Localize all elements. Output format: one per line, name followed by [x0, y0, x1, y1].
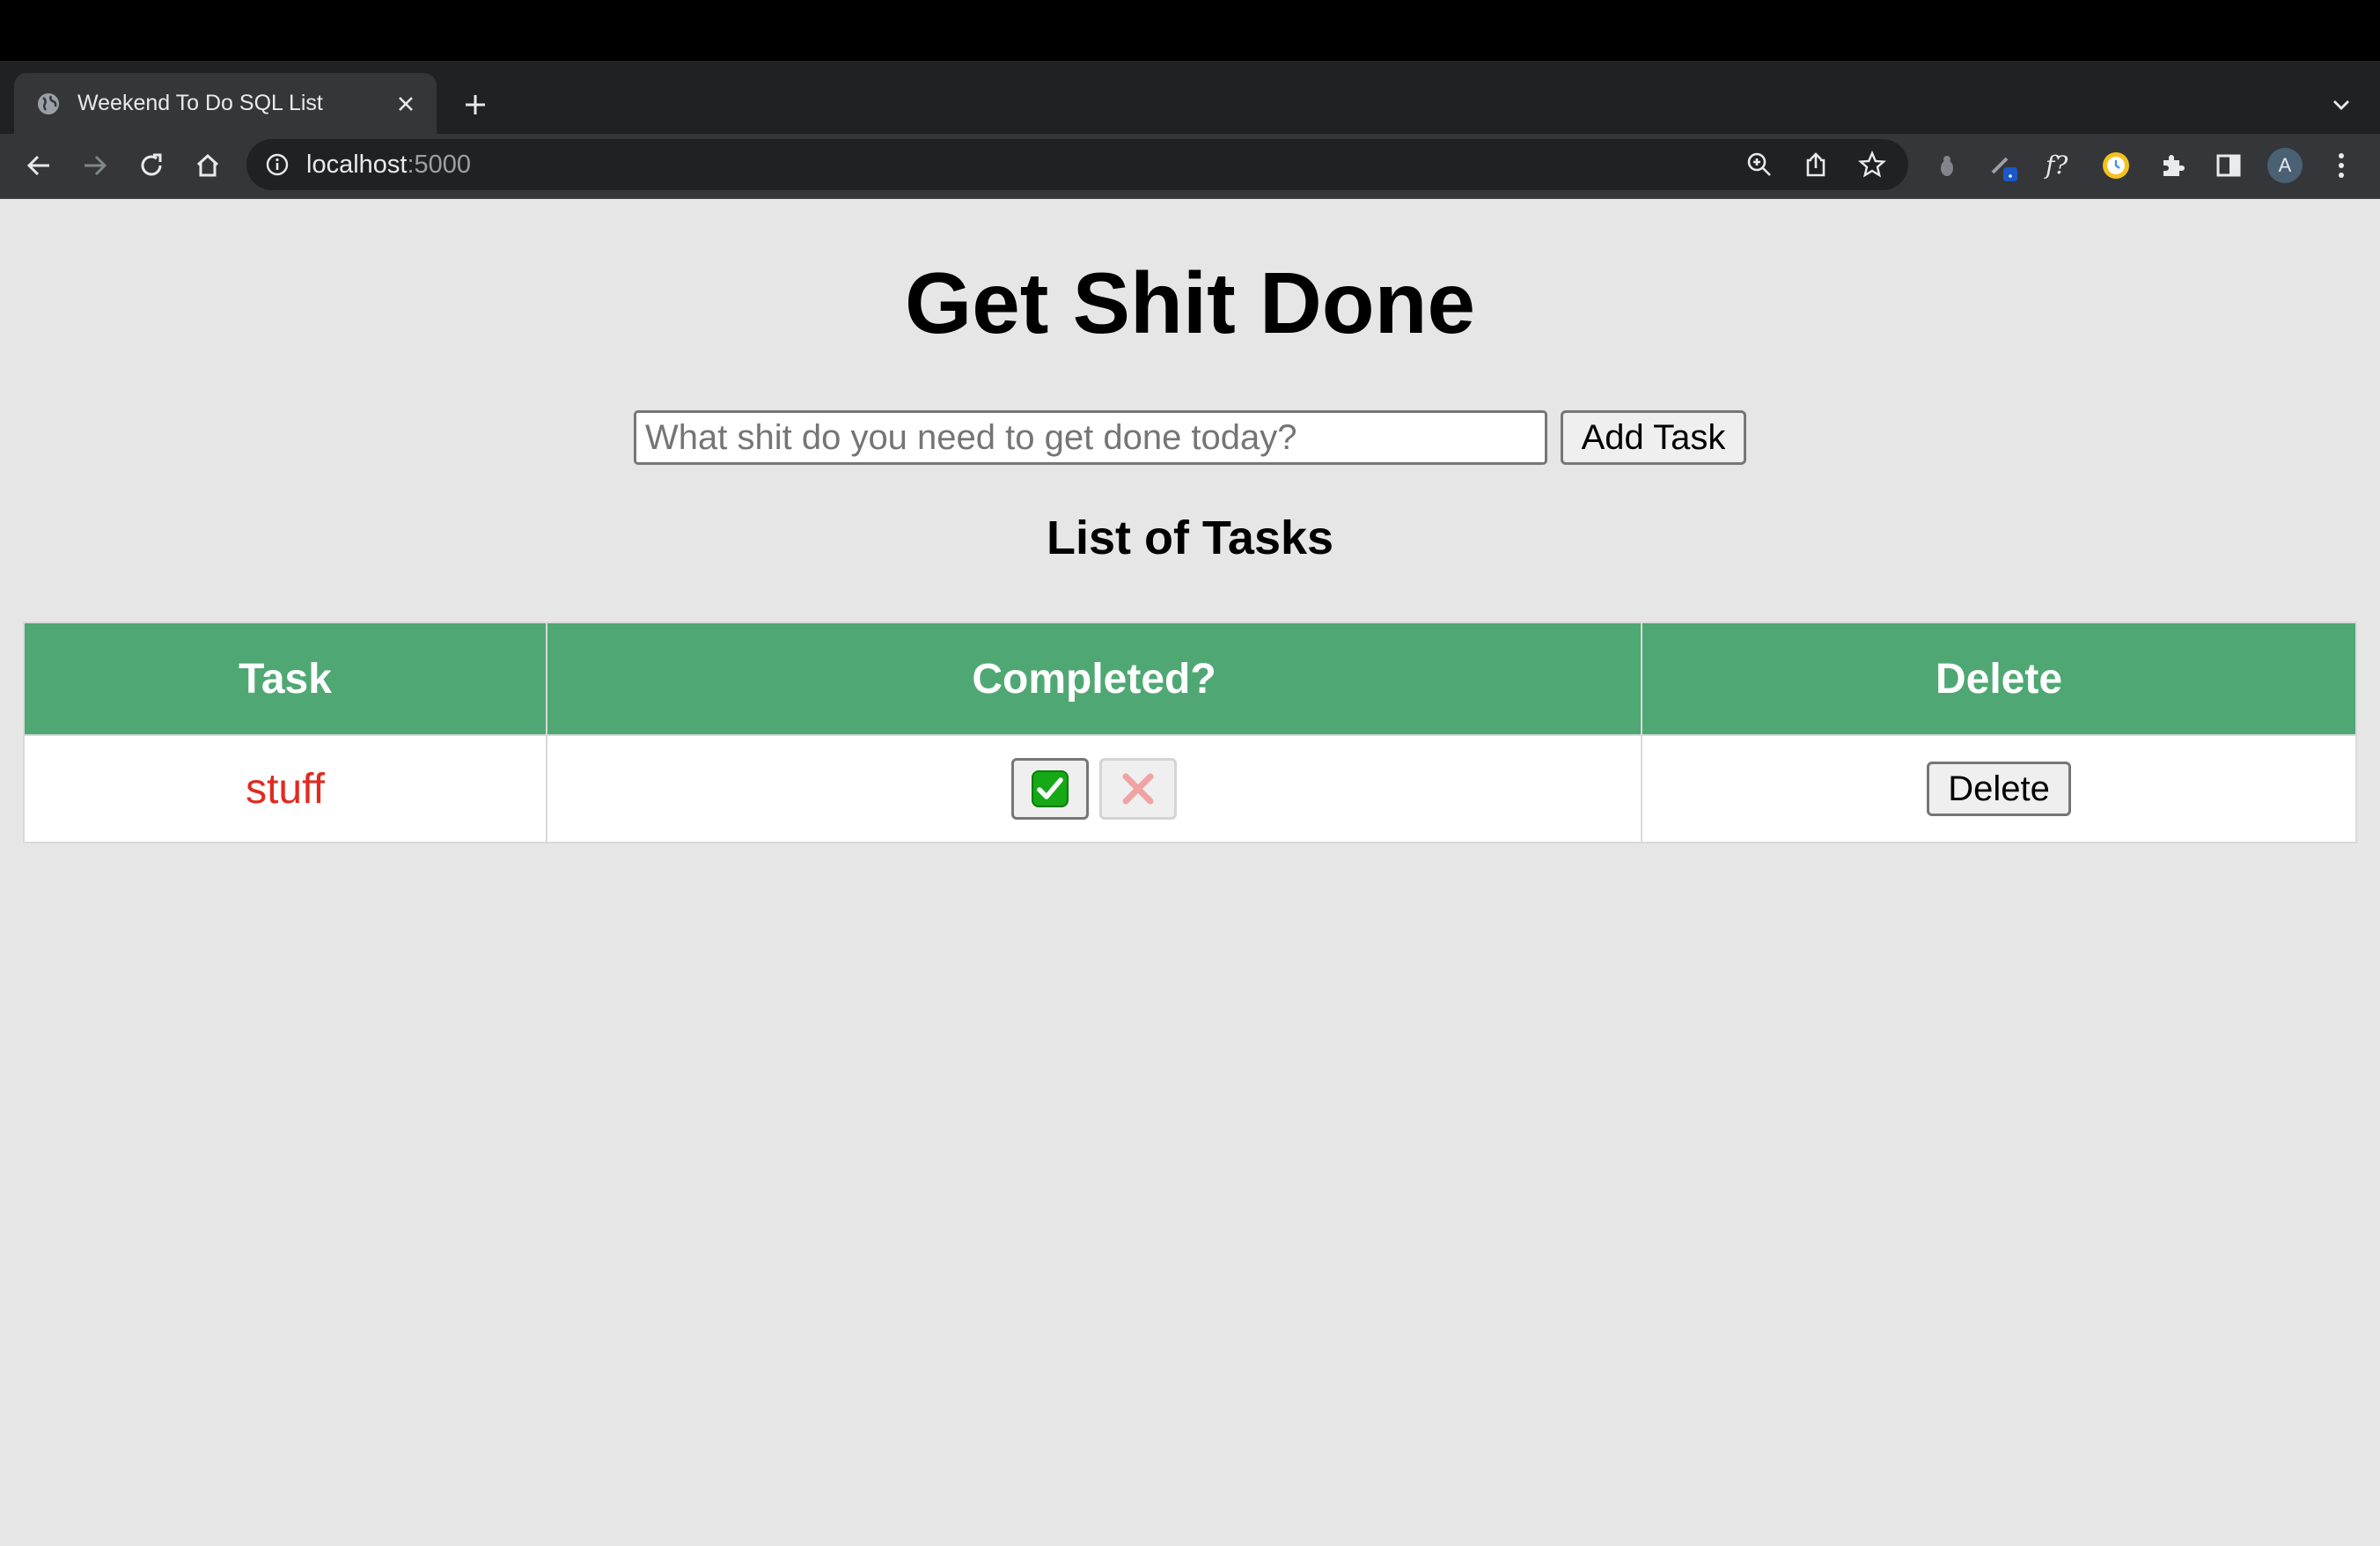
extension-grey-icon[interactable] — [1928, 146, 1966, 185]
url-port: :5000 — [407, 151, 472, 179]
header-task: Task — [23, 622, 547, 736]
page-content: Get Shit Done Add Task List of Tasks Tas… — [0, 199, 2380, 1546]
table-header-row: Task Completed? Delete — [23, 622, 2357, 736]
mark-complete-button[interactable] — [1010, 758, 1089, 820]
menu-icon[interactable] — [2322, 146, 2361, 185]
delete-button[interactable]: Delete — [1927, 762, 2071, 816]
forward-icon[interactable] — [76, 146, 114, 185]
list-heading: List of Tasks — [1046, 512, 1334, 564]
profile-avatar[interactable]: A — [2266, 146, 2304, 185]
delete-cell: Delete — [1641, 734, 2357, 843]
task-cell: stuff — [23, 734, 547, 843]
browser-tab[interactable]: Weekend To Do SQL List — [14, 73, 437, 134]
svg-text:f?: f? — [2044, 151, 2068, 180]
add-task-button[interactable]: Add Task — [1561, 410, 1746, 465]
home-icon[interactable] — [188, 146, 227, 185]
new-tab-plus-icon[interactable] — [458, 87, 493, 122]
pen-extension-icon[interactable] — [1984, 146, 2023, 185]
url-host: localhost — [306, 151, 408, 179]
page-title: Get Shit Done — [905, 254, 1475, 351]
chevron-down-icon[interactable] — [2324, 87, 2359, 122]
tab-strip: Weekend To Do SQL List — [0, 61, 2380, 134]
clock-extension-icon[interactable] — [2097, 146, 2135, 185]
window-top-bar — [0, 0, 2380, 61]
function-extension-icon[interactable]: f? — [2040, 146, 2079, 185]
task-input[interactable] — [634, 410, 1547, 465]
cross-mark-icon — [1122, 773, 1154, 805]
address-bar[interactable]: localhost:5000 — [246, 139, 1908, 190]
globe-icon — [35, 91, 62, 117]
share-icon[interactable] — [1801, 150, 1831, 180]
task-text: stuff — [246, 765, 325, 813]
close-icon[interactable] — [393, 91, 419, 117]
tab-title: Weekend To Do SQL List — [77, 91, 323, 115]
check-mark-button-icon — [1031, 770, 1069, 807]
info-icon[interactable] — [264, 151, 290, 178]
completed-cell — [546, 734, 1642, 843]
reload-icon[interactable] — [132, 146, 171, 185]
extensions-icon[interactable] — [2153, 146, 2192, 185]
star-icon[interactable] — [1857, 150, 1887, 180]
zoom-icon[interactable] — [1745, 150, 1774, 180]
url-text: localhost:5000 — [306, 151, 471, 180]
table-row: stuff Delete — [23, 734, 2357, 843]
header-completed: Completed? — [546, 622, 1642, 736]
browser-toolbar: localhost:5000 f? A — [0, 134, 2380, 197]
side-panel-icon[interactable] — [2209, 146, 2248, 185]
header-delete: Delete — [1641, 622, 2357, 736]
tasks-table: Task Completed? Delete stuff Delete — [23, 622, 2357, 843]
back-icon[interactable] — [19, 146, 58, 185]
avatar: A — [2267, 148, 2303, 183]
mark-incomplete-button[interactable] — [1099, 758, 1178, 820]
